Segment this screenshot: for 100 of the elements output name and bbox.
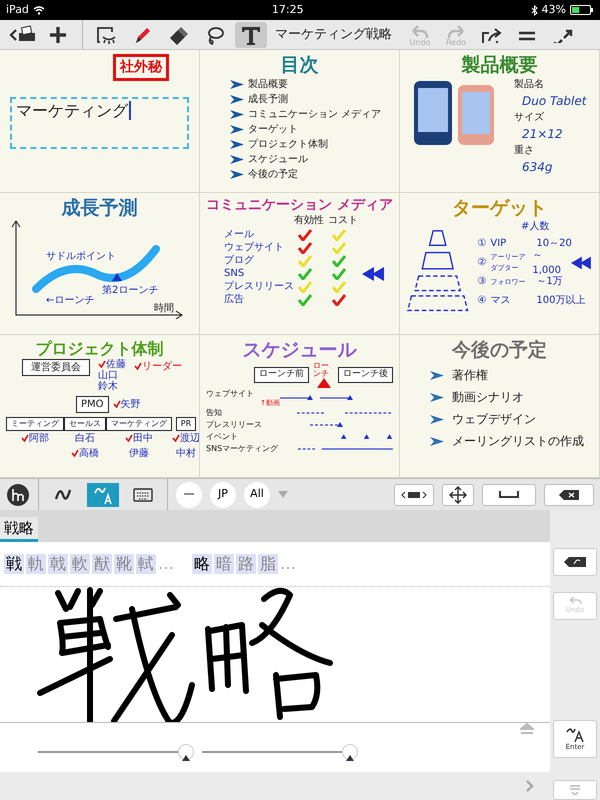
arrow-bullet-icon: [230, 110, 244, 119]
row-label: 広告: [224, 292, 245, 308]
delete-button[interactable]: [544, 484, 594, 506]
candidate-character[interactable]: 暗: [214, 554, 234, 574]
tier-count: 10～20: [536, 237, 572, 252]
row-label: イベント: [206, 431, 239, 444]
committee-box: 運営委員会: [22, 358, 90, 376]
row-label: プレスリリース: [206, 419, 263, 432]
space-icon: [499, 490, 519, 498]
cursor-text-icon: [401, 490, 427, 500]
panel-title: プロジェクト体制: [34, 339, 164, 358]
selected-text-box[interactable]: マーケティング: [10, 97, 189, 149]
candidate-character[interactable]: 戦: [4, 554, 24, 574]
note-title: マーケティング戦略: [275, 26, 392, 44]
more-candidates[interactable]: …: [158, 552, 174, 576]
clear-ink-button[interactable]: [553, 548, 597, 576]
row-label: ウェブサイト: [224, 240, 285, 254]
spec-label: 重さ: [514, 144, 535, 158]
member-name: 佐藤: [106, 358, 126, 370]
chart-label: 第2ローンチ: [102, 285, 158, 296]
list-item: 動画シナリオ: [452, 389, 524, 406]
team-box: PR: [176, 416, 196, 431]
phase-label: ローンチ後: [338, 367, 393, 383]
candidate-character[interactable]: 軾: [136, 554, 156, 574]
filter-button[interactable]: JP: [210, 482, 236, 508]
timeline-bar-drawing: [340, 433, 393, 442]
candidate-character[interactable]: 略: [192, 554, 212, 574]
member-name: 鈴木: [98, 380, 118, 392]
column-header: 有効性: [294, 214, 325, 228]
candidate-character[interactable]: 戟: [48, 554, 68, 574]
list-item: 成長予測: [248, 92, 288, 107]
team-box: ミーティング: [6, 416, 64, 431]
arrow-bullet-icon: [230, 80, 244, 89]
slider-thumb[interactable]: [342, 744, 358, 760]
column-header: #人数: [520, 220, 550, 234]
arrow-bullet-icon: [230, 94, 244, 104]
candidate-character[interactable]: 脂: [258, 554, 278, 574]
check-mark-icon: [134, 362, 142, 370]
move-arrows-icon: [449, 486, 467, 504]
chart-label: ←ローンチ: [46, 295, 94, 306]
move-button[interactable]: [442, 484, 474, 506]
battery-icon: [570, 5, 594, 15]
launch-triangle-icon: [316, 378, 330, 388]
text-tool[interactable]: [235, 22, 267, 48]
more-candidates[interactable]: …: [280, 552, 296, 576]
panel-title: 製品概要: [460, 54, 538, 77]
candidate-character[interactable]: 猷: [92, 554, 112, 574]
tier-number: ①: [477, 237, 486, 252]
undo-arrow-icon: [568, 596, 582, 606]
member-name: 高橋: [79, 446, 99, 461]
arrow-bullet-icon: [230, 154, 244, 164]
slider-thumb[interactable]: [178, 744, 194, 760]
list-item: ウェブデザイン: [452, 411, 536, 428]
team-box: マーケティング: [106, 416, 172, 431]
panel-title: 目次: [280, 54, 320, 77]
spec-label: 製品名: [514, 78, 545, 92]
row-label: ウェブサイト: [206, 388, 255, 400]
wifi-icon: [32, 6, 45, 14]
arrow-bullet-icon: [430, 414, 444, 424]
arrow-bullet-icon: [430, 392, 444, 402]
confidential-stamp: 社外秘: [113, 54, 169, 81]
filter-button[interactable]: All: [244, 482, 270, 508]
arrow-bullet-icon: [230, 140, 244, 149]
list-item: 著作権: [452, 367, 488, 384]
handwriting-mode-button[interactable]: [87, 482, 119, 506]
device-name: iPad: [6, 2, 29, 18]
tier-number: ④: [477, 294, 486, 308]
spec-value: 21×12: [521, 126, 564, 143]
tier-name: VIP: [490, 237, 508, 252]
panel-title: 成長予測: [60, 196, 138, 220]
handwriting-to-text-icon: [565, 726, 585, 742]
filter-button[interactable]: —: [176, 482, 202, 508]
row-label: ブログ: [224, 254, 255, 268]
arrow-bullet-icon: [230, 170, 244, 179]
panel-title: コミュニケーション メディア: [206, 196, 393, 214]
list-item: コミュニケーション メディア: [248, 108, 382, 122]
list-item: 製品概要: [248, 78, 288, 92]
candidate-character[interactable]: 路: [236, 554, 256, 574]
arrow-bullet-icon: [230, 124, 244, 134]
tier-number: ③: [477, 275, 486, 290]
candidate-character[interactable]: 靴: [114, 554, 134, 574]
tier-number: ②: [477, 256, 486, 270]
tier-count: 100万以上: [536, 294, 586, 308]
list-item: スケジュール: [248, 152, 308, 167]
member-name: 白石: [75, 432, 95, 446]
panel-title: 今後の予定: [450, 339, 548, 362]
cursor-button[interactable]: [394, 484, 434, 506]
list-item: メーリングリストの作成: [452, 433, 584, 450]
row-label: プレスリリース: [224, 280, 294, 294]
team-box: セールス: [64, 416, 106, 431]
recognized-text-tab[interactable]: 戦略: [0, 516, 38, 542]
member-name: 山口: [98, 370, 118, 381]
chart-label: サドルポイント: [46, 251, 116, 262]
space-button[interactable]: [482, 484, 536, 506]
app-logo-icon[interactable]: [6, 482, 30, 506]
candidate-character[interactable]: 軌: [26, 554, 46, 574]
clear-ink-icon: [564, 557, 586, 567]
delete-icon: [559, 490, 579, 500]
candidate-character[interactable]: 軟: [70, 554, 90, 574]
row-label: SNSマーケティング: [206, 443, 278, 456]
